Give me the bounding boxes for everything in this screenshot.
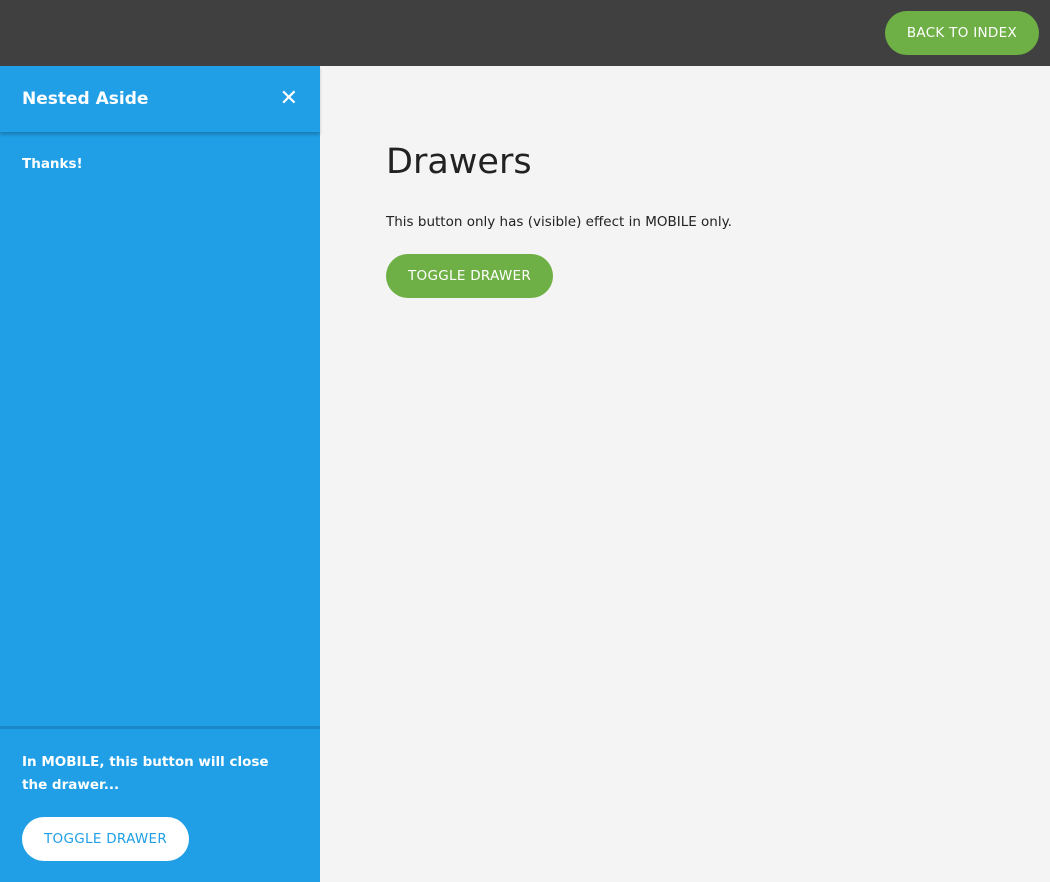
aside-title: Nested Aside [22,89,149,109]
back-to-index-button[interactable]: BACK TO INDEX [884,11,1039,55]
close-icon[interactable]: ✕ [280,88,298,110]
nested-aside-drawer: Nested Aside ✕ Thanks! In MOBILE, this b… [0,66,320,882]
aside-footer-text: In MOBILE, this button will close the dr… [22,754,269,793]
top-bar: BACK TO INDEX [0,0,1050,66]
aside-body: Thanks! [22,156,83,172]
description: This button only has (visible) effect in… [386,214,732,230]
aside-footer: In MOBILE, this button will close the dr… [0,726,320,882]
toggle-drawer-button[interactable]: TOGGLE DRAWER [386,254,554,298]
aside-header: Nested Aside ✕ [0,66,320,132]
main-content: Drawers This button only has (visible) e… [386,142,732,298]
aside-toggle-drawer-button[interactable]: TOGGLE DRAWER [22,817,190,861]
page-title: Drawers [386,142,532,182]
